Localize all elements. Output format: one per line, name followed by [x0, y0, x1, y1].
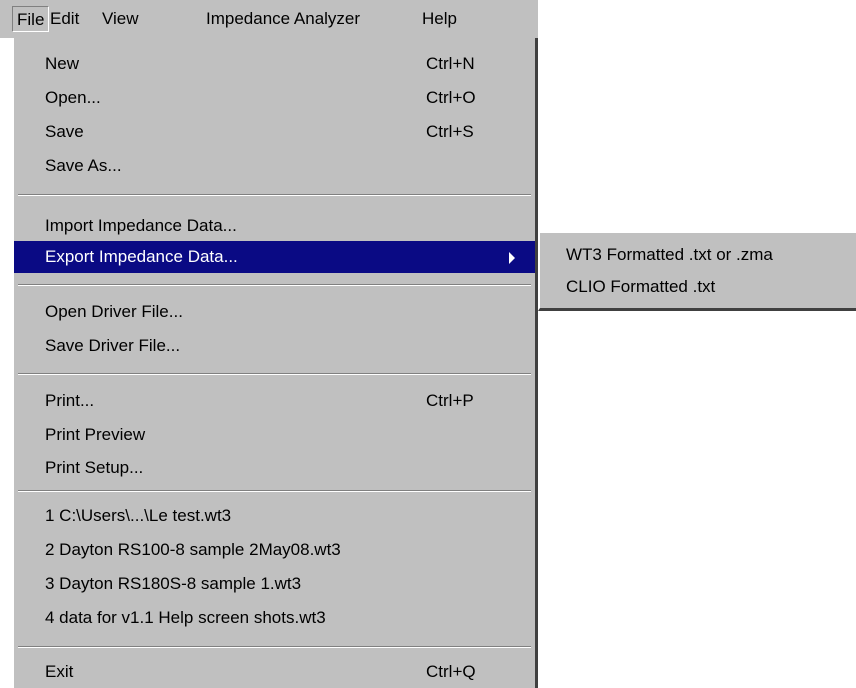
menu-item-export-impedance-label: Export Impedance Data... [45, 247, 238, 266]
menu-item-print-preview-label: Print Preview [45, 425, 146, 444]
menu-item-new-shortcut: Ctrl+N [426, 54, 475, 73]
menu-item-open-driver-label: Open Driver File... [45, 302, 183, 321]
menu-item-open-driver[interactable]: Open Driver File... [14, 296, 535, 328]
menu-view[interactable]: View [98, 6, 143, 32]
export-submenu: WT3 Formatted .txt or .zma CLIO Formatte… [538, 231, 856, 311]
recent-file-item[interactable]: 3 Dayton RS180S-8 sample 1.wt3 [14, 568, 535, 600]
menu-item-new[interactable]: New Ctrl+N [14, 48, 535, 80]
menu-item-save-as-label: Save As... [45, 156, 122, 175]
menu-item-export-impedance[interactable]: Export Impedance Data... [14, 241, 535, 273]
menu-item-new-label: New [45, 54, 80, 73]
file-menu-dropdown: New Ctrl+N Open... Ctrl+O Save Ctrl+S Sa… [12, 38, 538, 688]
menu-item-save-shortcut: Ctrl+S [426, 122, 474, 141]
recent-file-label: 3 Dayton RS180S-8 sample 1.wt3 [45, 574, 302, 593]
recent-file-label: 4 data for v1.1 Help screen shots.wt3 [45, 608, 326, 627]
menu-item-import-impedance[interactable]: Import Impedance Data... [14, 210, 535, 242]
menu-item-save-as[interactable]: Save As... [14, 150, 535, 182]
recent-file-item[interactable]: 1 C:\Users\...\Le test.wt3 [14, 500, 535, 532]
menu-item-print-setup[interactable]: Print Setup... [14, 452, 535, 484]
menu-item-open[interactable]: Open... Ctrl+O [14, 82, 535, 114]
submenu-item-wt3-formatted-label: WT3 Formatted .txt or .zma [566, 245, 773, 264]
menu-item-save-driver-label: Save Driver File... [45, 336, 181, 355]
menu-separator [18, 194, 531, 196]
menu-item-print-shortcut: Ctrl+P [426, 391, 474, 410]
menu-separator [18, 646, 531, 648]
menu-separator [18, 490, 531, 492]
recent-file-item[interactable]: 2 Dayton RS100-8 sample 2May08.wt3 [14, 534, 535, 566]
menu-bar: File Edit View Impedance Analyzer Help [0, 0, 538, 38]
submenu-item-wt3-formatted[interactable]: WT3 Formatted .txt or .zma [540, 239, 856, 271]
menu-item-save[interactable]: Save Ctrl+S [14, 116, 535, 148]
menu-item-exit[interactable]: Exit Ctrl+Q [14, 656, 535, 688]
menu-item-save-driver[interactable]: Save Driver File... [14, 330, 535, 362]
menu-item-save-label: Save [45, 122, 84, 141]
menu-item-exit-shortcut: Ctrl+Q [426, 662, 476, 681]
menu-item-print-label: Print... [45, 391, 95, 410]
menu-item-print-preview[interactable]: Print Preview [14, 419, 535, 451]
submenu-arrow-icon [509, 252, 515, 264]
recent-file-label: 2 Dayton RS100-8 sample 2May08.wt3 [45, 540, 341, 559]
menu-separator [18, 373, 531, 375]
menu-edit[interactable]: Edit [46, 6, 83, 32]
recent-file-label: 1 C:\Users\...\Le test.wt3 [45, 506, 232, 525]
menu-file[interactable]: File [12, 6, 50, 32]
menu-separator [18, 284, 531, 286]
submenu-item-clio-formatted[interactable]: CLIO Formatted .txt [540, 271, 856, 303]
menu-item-import-impedance-label: Import Impedance Data... [45, 216, 237, 235]
submenu-item-clio-formatted-label: CLIO Formatted .txt [566, 277, 716, 296]
menu-item-exit-label: Exit [45, 662, 74, 681]
menu-impedance-analyzer[interactable]: Impedance Analyzer [202, 6, 364, 32]
menu-item-open-shortcut: Ctrl+O [426, 88, 476, 107]
recent-file-item[interactable]: 4 data for v1.1 Help screen shots.wt3 [14, 602, 535, 634]
menu-item-print[interactable]: Print... Ctrl+P [14, 385, 535, 417]
menu-item-print-setup-label: Print Setup... [45, 458, 144, 477]
menu-help[interactable]: Help [418, 6, 461, 32]
menu-item-open-label: Open... [45, 88, 101, 107]
